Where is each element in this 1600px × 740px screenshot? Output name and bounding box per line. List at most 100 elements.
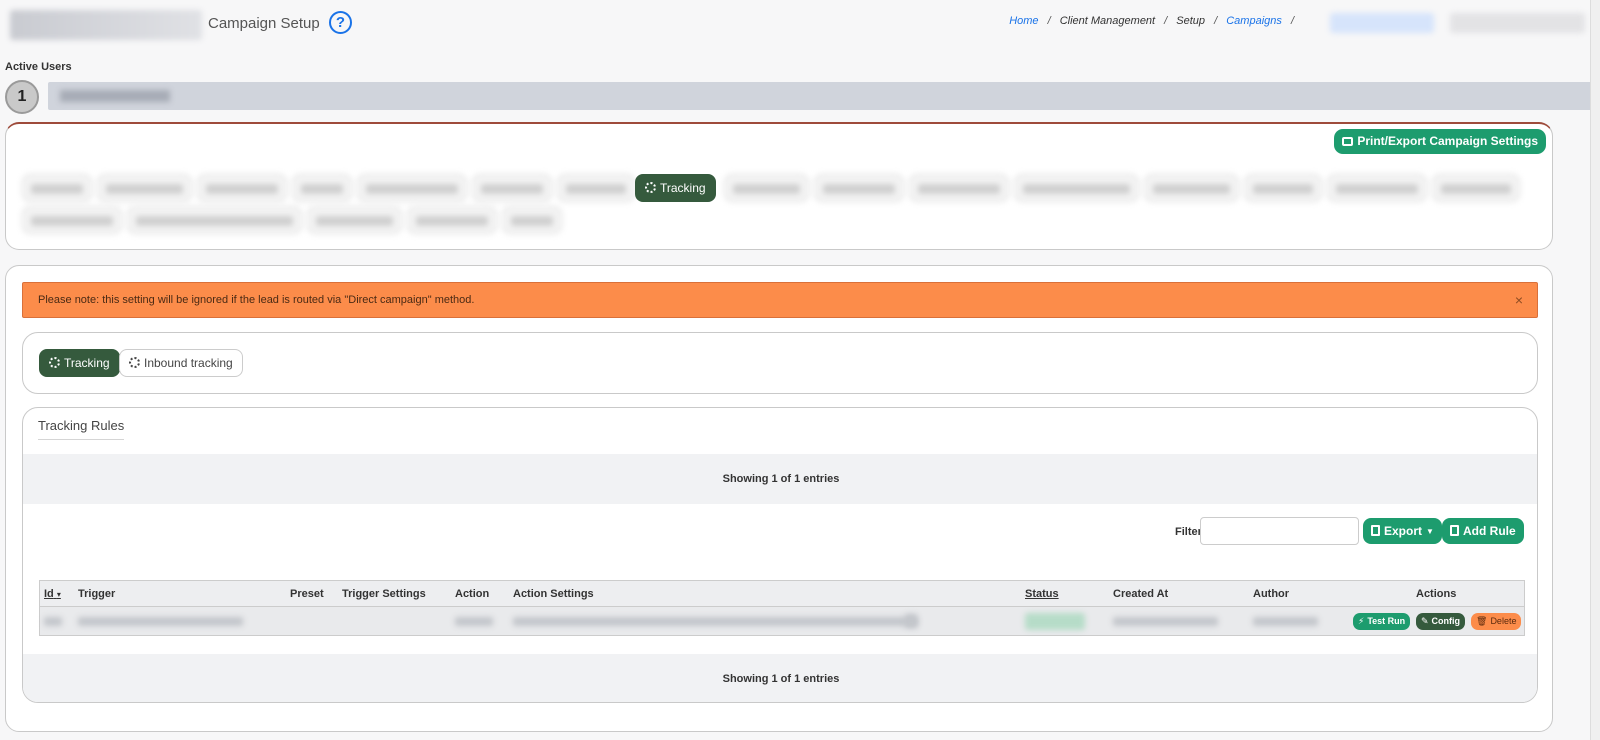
- test-run-label: Test Run: [1367, 616, 1406, 626]
- active-user-bar: [48, 82, 1592, 110]
- breadcrumb: Home / Client Management / Setup / Campa…: [1009, 15, 1300, 27]
- export-label: Export: [1384, 524, 1423, 538]
- help-icon[interactable]: ?: [329, 11, 352, 34]
- section-tab-redacted[interactable]: [1144, 174, 1239, 202]
- add-rule-label: Add Rule: [1463, 524, 1516, 538]
- section-tab-redacted[interactable]: [127, 206, 302, 234]
- trash-icon: 🗑: [1476, 616, 1488, 626]
- section-tab-redacted[interactable]: [292, 174, 352, 202]
- printer-icon: [1342, 137, 1354, 146]
- column-header-preset[interactable]: Preset: [290, 588, 324, 600]
- table-header: Id ▾ Trigger Preset Trigger Settings Act…: [40, 581, 1524, 607]
- section-tab-redacted[interactable]: [814, 174, 904, 202]
- column-header-action-settings[interactable]: Action Settings: [513, 588, 594, 600]
- cell-created-at-redacted: [1113, 617, 1218, 626]
- config-button[interactable]: ✎ Config: [1416, 613, 1466, 630]
- section-tab-redacted[interactable]: [724, 174, 809, 202]
- section-tab-redacted[interactable]: [1432, 174, 1520, 202]
- section-tab-redacted[interactable]: [97, 174, 192, 202]
- page-scrollbar[interactable]: [1590, 0, 1600, 740]
- campaign-name-redacted: [10, 10, 202, 40]
- campaign-sections-panel: Print/Export Campaign Settings Tracking: [5, 122, 1553, 250]
- column-header-id[interactable]: Id ▾: [44, 588, 61, 600]
- copy-icon[interactable]: [905, 614, 917, 628]
- tracking-subtabs-panel: Tracking Inbound tracking: [22, 332, 1538, 394]
- test-run-button[interactable]: ⚡ Test Run: [1353, 613, 1411, 630]
- cell-action-redacted: [455, 617, 493, 626]
- tracking-rules-title: Tracking Rules: [38, 418, 125, 440]
- section-tab-redacted[interactable]: [407, 206, 497, 234]
- section-tab-redacted[interactable]: [1014, 174, 1139, 202]
- section-tab-tracking-label: Tracking: [660, 181, 706, 195]
- section-tab-redacted[interactable]: [197, 174, 287, 202]
- routing-alert: Please note: this setting will be ignore…: [22, 282, 1538, 318]
- alert-message: Please note: this setting will be ignore…: [38, 294, 475, 306]
- column-header-status[interactable]: Status: [1025, 588, 1059, 600]
- active-user-name-redacted: [60, 90, 170, 102]
- entries-info-top: Showing 1 of 1 entries: [23, 454, 1537, 504]
- cell-id-redacted: [44, 617, 62, 626]
- breadcrumb-current-redacted: [1450, 13, 1585, 33]
- entries-info-bottom: Showing 1 of 1 entries: [23, 654, 1537, 702]
- breadcrumb-separator: /: [1290, 15, 1294, 27]
- gears-icon: [645, 182, 656, 193]
- cell-trigger-redacted: [78, 617, 243, 626]
- section-tab-redacted[interactable]: [1327, 174, 1427, 202]
- cell-action-settings-redacted: [513, 617, 918, 626]
- tab-inbound-tracking-label: Inbound tracking: [144, 356, 233, 370]
- column-header-author[interactable]: Author: [1253, 588, 1289, 600]
- delete-label: Delete: [1490, 616, 1517, 626]
- section-tabs-row-1: Tracking: [22, 174, 1522, 202]
- section-tab-redacted[interactable]: [909, 174, 1009, 202]
- print-export-label: Print/Export Campaign Settings: [1357, 134, 1538, 148]
- tab-inbound-tracking[interactable]: Inbound tracking: [119, 349, 243, 377]
- close-icon[interactable]: ×: [1515, 283, 1523, 317]
- section-tab-redacted[interactable]: [357, 174, 467, 202]
- column-header-actions: Actions: [1416, 588, 1457, 600]
- breadcrumb-separator: /: [1047, 15, 1051, 27]
- tracking-settings-panel: Please note: this setting will be ignore…: [5, 265, 1553, 732]
- filter-input[interactable]: [1200, 517, 1359, 545]
- sort-desc-icon: ▾: [56, 590, 61, 599]
- section-tab-redacted[interactable]: [22, 206, 122, 234]
- cell-author-redacted: [1253, 617, 1318, 626]
- section-tab-redacted[interactable]: [472, 174, 552, 202]
- section-tab-redacted[interactable]: [1244, 174, 1322, 202]
- delete-button[interactable]: 🗑 Delete: [1471, 613, 1522, 630]
- column-header-action[interactable]: Action: [455, 588, 489, 600]
- breadcrumb-client-management: Client Management: [1059, 15, 1156, 27]
- gears-icon: [129, 357, 140, 368]
- section-tab-redacted[interactable]: [557, 174, 635, 202]
- top-header: Campaign Setup ? Home / Client Managemen…: [0, 0, 1600, 50]
- active-user-count-badge: 1: [5, 80, 39, 114]
- section-tabs-row-2: [22, 206, 1522, 234]
- print-export-button[interactable]: Print/Export Campaign Settings: [1334, 129, 1546, 154]
- tracking-rules-table: Id ▾ Trigger Preset Trigger Settings Act…: [39, 580, 1525, 636]
- column-header-id-label: Id: [44, 588, 54, 600]
- tracking-rules-panel: Tracking Rules Showing 1 of 1 entries Fi…: [22, 407, 1538, 703]
- chevron-down-icon: ▼: [1426, 527, 1434, 536]
- file-icon: [1371, 525, 1380, 536]
- page-title: Campaign Setup: [208, 15, 320, 32]
- tab-tracking-label: Tracking: [64, 356, 110, 370]
- config-label: Config: [1431, 616, 1461, 626]
- section-tab-redacted[interactable]: [22, 174, 92, 202]
- breadcrumb-separator: /: [1214, 15, 1218, 27]
- tab-tracking[interactable]: Tracking: [39, 349, 120, 377]
- file-plus-icon: [1450, 525, 1459, 536]
- column-header-trigger-settings[interactable]: Trigger Settings: [342, 588, 426, 600]
- breadcrumb-campaign-link-redacted[interactable]: [1330, 13, 1434, 33]
- breadcrumb-campaigns[interactable]: Campaigns: [1226, 15, 1282, 27]
- column-header-trigger[interactable]: Trigger: [78, 588, 115, 600]
- section-tab-redacted[interactable]: [307, 206, 402, 234]
- add-rule-button[interactable]: Add Rule: [1442, 518, 1524, 544]
- section-tab-redacted[interactable]: [502, 206, 562, 234]
- gear-icon: [49, 357, 60, 368]
- breadcrumb-setup: Setup: [1176, 15, 1206, 27]
- column-header-created-at[interactable]: Created At: [1113, 588, 1168, 600]
- active-users-label: Active Users: [5, 61, 72, 73]
- section-tab-tracking[interactable]: Tracking: [635, 174, 716, 202]
- export-button[interactable]: Export ▼: [1363, 518, 1442, 544]
- breadcrumb-home[interactable]: Home: [1009, 15, 1038, 27]
- status-badge-redacted: [1025, 613, 1085, 630]
